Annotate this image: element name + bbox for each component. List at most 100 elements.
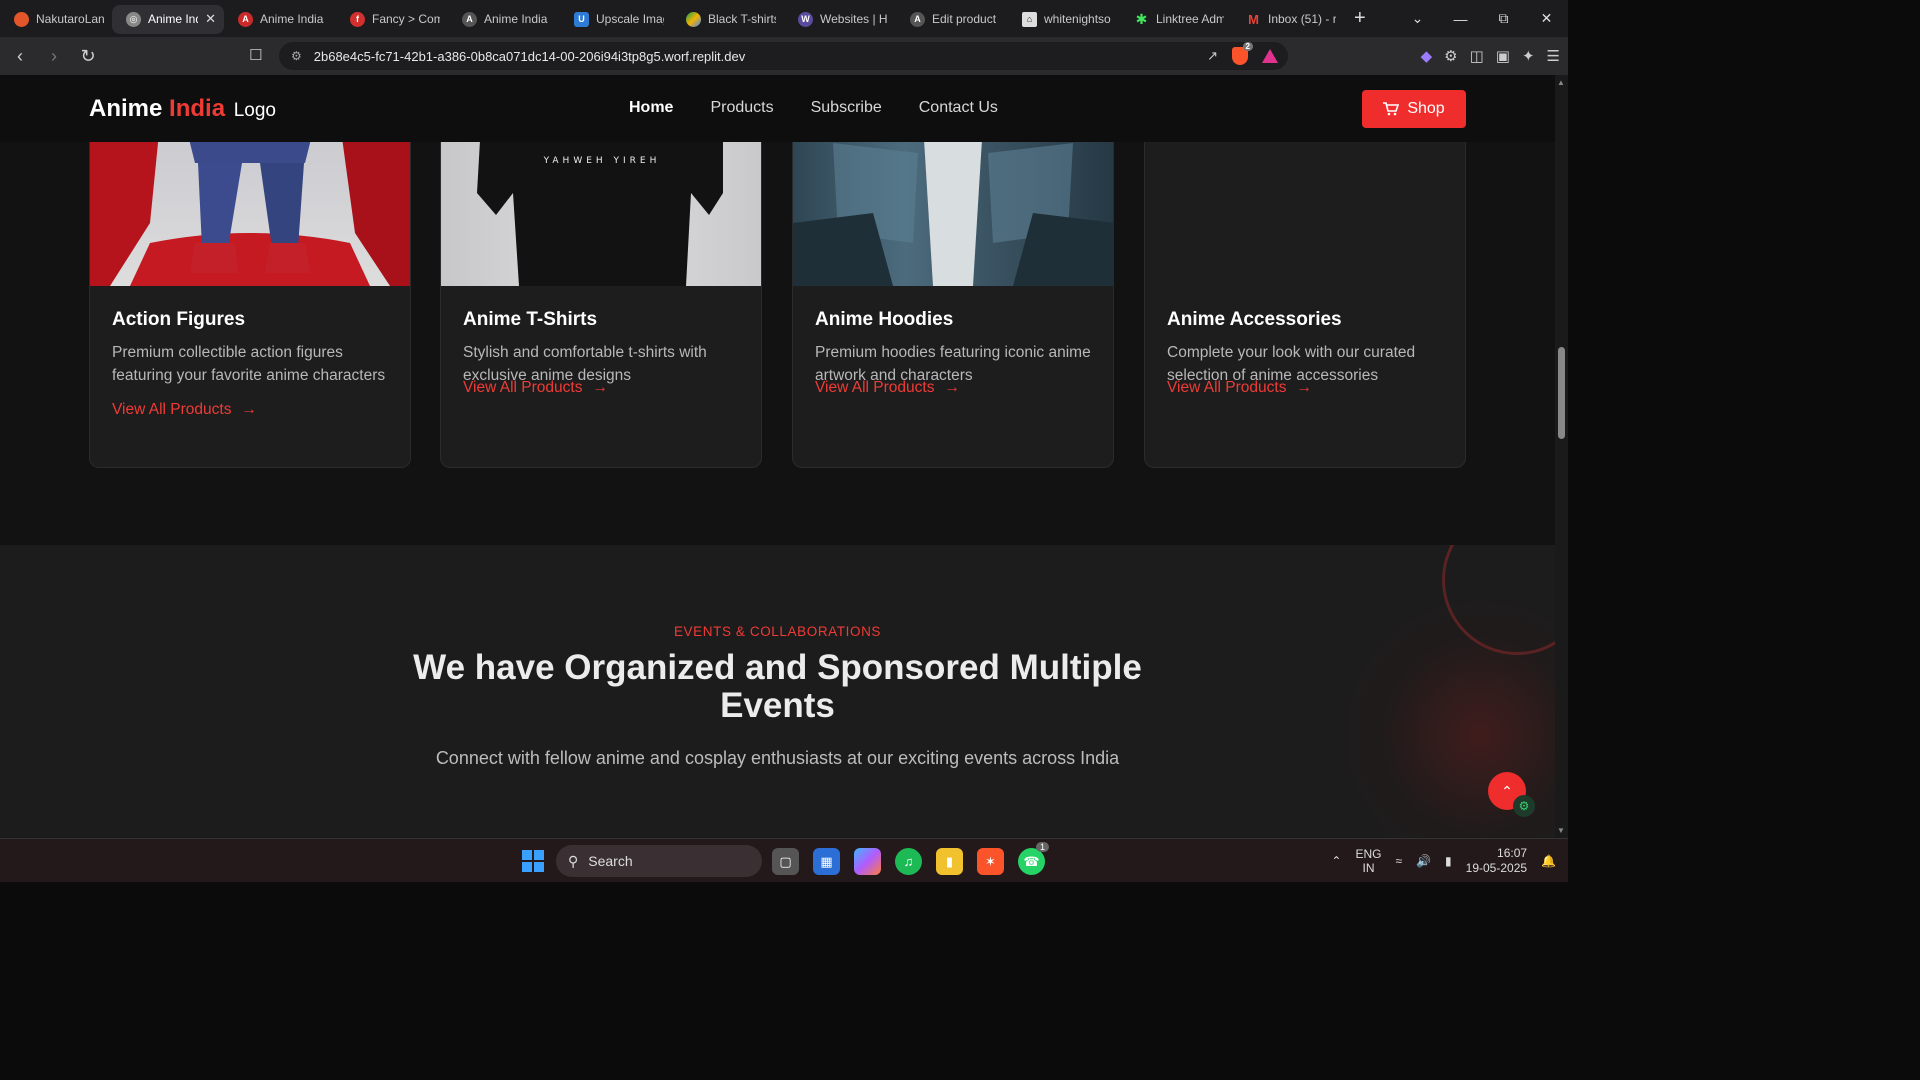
browser-tab[interactable]: ⌂ whitenightso — [1008, 5, 1120, 34]
page-viewport: Anime India Logo Home Products Subscribe… — [0, 75, 1555, 838]
share-icon[interactable]: ↗ — [1207, 48, 1218, 64]
page-scrollbar[interactable]: ▲ ▼ — [1555, 75, 1568, 838]
copilot-icon[interactable] — [854, 848, 881, 875]
notifications-icon[interactable]: 🔔 — [1541, 854, 1556, 868]
address-bar[interactable]: ⚙ 2b68e4c5-fc71-42b1-a386-0b8ca071dc14-0… — [279, 42, 1288, 70]
globe-favicon-icon: ◎ — [126, 11, 141, 27]
events-section: EVENTS & COLLABORATIONS We have Organize… — [0, 545, 1555, 838]
browser-tab[interactable]: f Fancy > Com — [336, 5, 448, 34]
minimize-icon[interactable]: — — [1439, 11, 1482, 27]
scrollbar-thumb[interactable] — [1558, 347, 1565, 439]
shop-button[interactable]: Shop — [1362, 90, 1466, 128]
whatsapp-badge: 1 — [1035, 842, 1049, 852]
link-label: View All Products — [112, 401, 232, 418]
windows-taskbar: ⚲ Search ▢ ▦ ♫ ▮ ✶ ☎ 1 ⌃ ENG IN ≈ 🔊 ▮ 16:… — [0, 838, 1568, 882]
browser-tab[interactable]: U Upscale Imag — [560, 5, 672, 34]
site-logo[interactable]: Anime India Logo — [89, 95, 276, 123]
task-view-icon[interactable]: ▢ — [772, 848, 799, 875]
card-title: Action Figures — [112, 309, 246, 330]
action-figure-image — [90, 123, 410, 286]
action-figure-illustration — [90, 123, 410, 286]
nav-home[interactable]: Home — [629, 99, 673, 117]
browser-tab[interactable]: NakutaroLand — [0, 5, 112, 34]
new-tab-icon[interactable]: + — [1354, 7, 1366, 30]
anime-india-favicon-icon: A — [462, 11, 477, 27]
fancy-favicon-icon: f — [350, 11, 365, 27]
tray-overflow-icon[interactable]: ⌃ — [1331, 854, 1341, 868]
window-controls: ⌄ — ⧉ ✕ — [1396, 0, 1568, 37]
clock[interactable]: 16:07 19-05-2025 — [1466, 846, 1527, 876]
taskbar-search[interactable]: ⚲ Search — [556, 845, 762, 877]
shop-label: Shop — [1407, 100, 1445, 117]
denim-jacket-illustration — [793, 123, 1113, 286]
brand-word-india: India — [169, 95, 226, 122]
t-shirt-image: YAHWEH YIREH — [441, 123, 761, 286]
bank-favicon-icon: ⌂ — [1022, 11, 1037, 27]
extensions-icon[interactable]: ⚙ — [1444, 47, 1457, 65]
gmail-favicon-icon: M — [1248, 11, 1259, 27]
scroll-down-arrow-icon[interactable]: ▼ — [1557, 826, 1565, 835]
browser-tab[interactable]: M Inbox (51) - r — [1232, 5, 1344, 34]
site-header: Anime India Logo Home Products Subscribe… — [0, 75, 1555, 142]
battery-icon[interactable]: ▮ — [1445, 854, 1452, 868]
extensions-area: ◆ ⚙ ◫ ▣ ✦ ☰ — [1421, 47, 1560, 65]
tab-search-icon[interactable]: ⌄ — [1396, 10, 1439, 27]
shirt-print: YAHWEH YIREH — [543, 156, 661, 166]
scroll-up-arrow-icon[interactable]: ▲ — [1557, 78, 1565, 87]
brave-rewards-icon[interactable] — [1262, 49, 1278, 63]
chevron-up-icon: ⌃ — [1501, 782, 1513, 799]
browser-tab[interactable]: A Anime India — [448, 5, 560, 34]
taskbar-apps: ▢ ▦ ♫ ▮ ✶ ☎ 1 — [772, 842, 1049, 875]
category-section: Action Figures Premium collectible actio… — [0, 122, 1555, 545]
windows-start-icon[interactable] — [522, 850, 544, 872]
brave-browser-icon[interactable]: ✶ — [977, 848, 1004, 875]
restore-icon[interactable]: ⧉ — [1482, 10, 1525, 27]
view-all-products-link[interactable]: View All Products → — [815, 379, 960, 397]
microsoft-store-icon[interactable]: ▦ — [813, 848, 840, 875]
nav-contact-us[interactable]: Contact Us — [919, 99, 998, 117]
volume-icon[interactable]: 🔊 — [1416, 854, 1431, 868]
arrow-right-icon: → — [241, 401, 257, 418]
reload-icon[interactable]: ↻ — [74, 46, 102, 67]
category-card-anime-accessories: Anime Accessories Complete your look wit… — [1144, 122, 1466, 468]
menu-icon[interactable]: ☰ — [1547, 47, 1560, 65]
leo-sparkle-icon[interactable]: ✦ — [1522, 47, 1535, 65]
browser-tab[interactable]: Black T-shirts — [672, 5, 784, 34]
browser-tab[interactable]: ✱ Linktree Adm — [1120, 5, 1232, 34]
file-explorer-icon[interactable]: ▮ — [936, 848, 963, 875]
leo-ai-icon[interactable]: ◆ — [1421, 47, 1433, 65]
close-window-icon[interactable]: ✕ — [1525, 10, 1568, 27]
browser-tab[interactable]: W Websites | He — [784, 5, 896, 34]
view-all-products-link[interactable]: View All Products → — [463, 379, 608, 397]
url-text: 2b68e4c5-fc71-42b1-a386-0b8ca071dc14-00-… — [313, 48, 746, 64]
brave-shield-icon[interactable]: 2 — [1232, 42, 1253, 65]
site-settings-icon[interactable]: ⚙ — [291, 49, 302, 63]
category-card-anime-t-shirts: YAHWEH YIREH Anime T-Shirts Stylish and … — [440, 122, 762, 468]
search-icon: ⚲ — [568, 852, 579, 869]
language-indicator[interactable]: ENG IN — [1355, 847, 1381, 875]
wallet-icon[interactable]: ▣ — [1496, 47, 1510, 65]
view-all-products-link[interactable]: View All Products → — [112, 401, 257, 419]
back-icon[interactable]: ‹ — [6, 46, 34, 67]
lang-code: ENG — [1355, 847, 1382, 861]
category-card-action-figures: Action Figures Premium collectible actio… — [89, 122, 411, 468]
nav-subscribe[interactable]: Subscribe — [811, 99, 882, 117]
wifi-icon[interactable]: ≈ — [1396, 854, 1403, 868]
browser-tab[interactable]: A Edit product — [896, 5, 1008, 34]
clock-time: 16:07 — [1497, 846, 1528, 860]
browser-tab-active[interactable]: ◎Anime India✕ — [112, 4, 224, 34]
forward-icon[interactable]: › — [40, 46, 68, 67]
spotify-icon[interactable]: ♫ — [895, 848, 922, 875]
accessories-image — [1145, 123, 1465, 286]
view-all-products-link[interactable]: View All Products → — [1167, 379, 1312, 397]
nav-products[interactable]: Products — [710, 99, 773, 117]
sidebar-icon[interactable]: ◫ — [1470, 47, 1484, 65]
close-tab-icon[interactable]: ✕ — [205, 11, 216, 27]
card-title: Anime Accessories — [1167, 309, 1342, 330]
browser-tab[interactable]: A Anime India — [224, 5, 336, 34]
t-shirt-illustration: YAHWEH YIREH — [477, 123, 723, 286]
bookmark-icon[interactable]: ☐ — [249, 46, 262, 64]
whatsapp-icon[interactable]: ☎ 1 — [1018, 842, 1049, 875]
gear-icon[interactable]: ⚙ — [1513, 795, 1535, 817]
upscale-favicon-icon: U — [574, 11, 589, 27]
